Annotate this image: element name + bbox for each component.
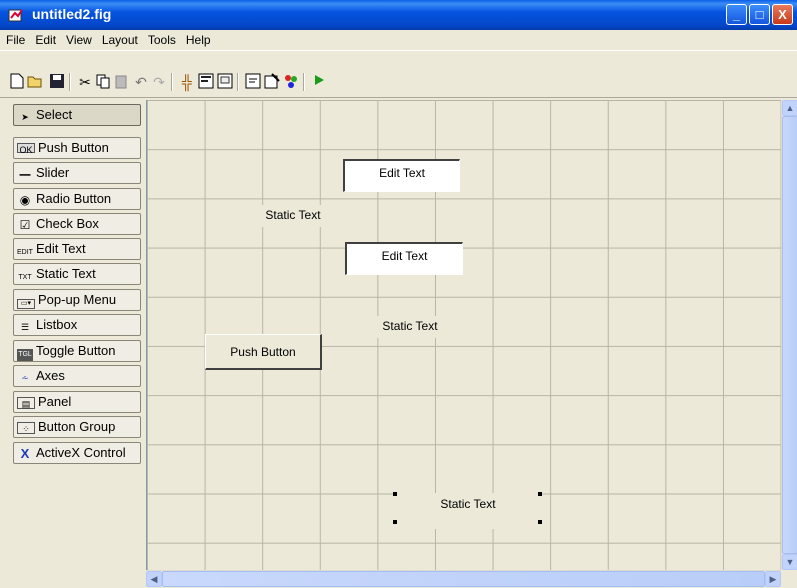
component-palette: ➤ Select OK Push Button ━━ Slider ◉ Radio Bu… [13, 100, 142, 578]
palette-axes[interactable]: ⩪ Axes [13, 365, 141, 387]
palette-slider[interactable]: ━━ Slider [13, 162, 141, 184]
menu-view[interactable]: View [60, 30, 96, 47]
run-icon[interactable] [310, 73, 328, 91]
scroll-up-arrow-icon[interactable]: ▲ [782, 100, 797, 116]
open-icon[interactable] [27, 73, 45, 91]
popup-menu-icon: ▭▾ [17, 299, 35, 309]
horizontal-scroll-thumb[interactable] [162, 571, 765, 587]
new-icon[interactable] [8, 73, 26, 91]
minimize-button[interactable]: _ [726, 4, 747, 25]
palette-activex-control[interactable]: X ActiveX Control [13, 442, 141, 464]
static-text-1[interactable]: Static Text [257, 205, 329, 227]
palette-listbox[interactable]: ☰ Listbox [13, 314, 141, 336]
selection-handle[interactable] [538, 520, 542, 524]
resize-grip[interactable] [781, 570, 797, 586]
selection-handle[interactable] [538, 492, 542, 496]
static-text-2[interactable]: Static Text [375, 316, 445, 338]
palette-push-button[interactable]: OK Push Button [13, 137, 141, 159]
palette-toggle-button[interactable]: TGL Toggle Button [13, 340, 141, 362]
palette-edit-text[interactable]: EDIT Edit Text [13, 238, 141, 260]
button-group-icon: ⁘ [17, 422, 35, 434]
vertical-scrollbar[interactable]: ▲ ▼ [781, 100, 797, 570]
menu-file[interactable]: File [0, 30, 29, 47]
maximize-button[interactable]: □ [749, 4, 770, 25]
horizontal-scrollbar[interactable]: ◀ ▶ [146, 570, 781, 587]
layout-canvas[interactable]: Edit Text Static Text Edit Text Static T… [146, 100, 782, 570]
push-button-icon: OK [17, 143, 35, 155]
align-icon[interactable]: ╬ [178, 73, 196, 91]
palette-select[interactable]: ➤ Select [13, 104, 141, 126]
menu-edit[interactable]: Edit [29, 30, 60, 47]
palette-check-box[interactable]: ☑ Check Box [13, 213, 141, 235]
slider-icon: ━━ [19, 170, 31, 180]
panel-icon: ▤ [17, 397, 35, 409]
menu-editor-icon[interactable] [197, 73, 215, 91]
edit-text-1[interactable]: Edit Text [343, 159, 460, 192]
palette-popup-menu[interactable]: ▭▾ Pop-up Menu [13, 289, 141, 311]
listbox-icon: ☰ [20, 322, 30, 332]
toggle-icon: TGL [17, 349, 33, 361]
palette-button-group[interactable]: ⁘ Button Group [13, 416, 141, 438]
window-title: untitled2.fig [32, 6, 112, 22]
edit-text-icon: EDIT [17, 249, 33, 256]
menu-layout[interactable]: Layout [96, 30, 142, 47]
activex-icon: X [20, 446, 30, 461]
paste-icon[interactable] [113, 73, 131, 91]
menu-help[interactable]: Help [180, 30, 215, 47]
axes-icon: ⩪ [21, 373, 29, 383]
redo-icon[interactable]: ↷ [150, 73, 168, 91]
checkbox-icon: ☑ [19, 218, 31, 232]
object-browser-icon[interactable] [282, 73, 300, 91]
radio-icon: ◉ [19, 193, 31, 207]
selection-handle[interactable] [393, 492, 397, 496]
scroll-left-arrow-icon[interactable]: ◀ [146, 571, 162, 587]
save-icon[interactable] [48, 73, 66, 91]
scroll-right-arrow-icon[interactable]: ▶ [765, 571, 781, 587]
menu-tools[interactable]: Tools [142, 30, 180, 47]
selection-handle[interactable] [393, 520, 397, 524]
figure-icon [8, 9, 23, 22]
push-button-1[interactable]: Push Button [205, 334, 322, 370]
tab-order-icon[interactable] [216, 73, 234, 91]
title-bar: untitled2.fig _ □ X [0, 0, 797, 30]
palette-panel[interactable]: ▤ Panel [13, 391, 141, 413]
close-button[interactable]: X [772, 4, 793, 25]
copy-icon[interactable] [94, 73, 112, 91]
menu-bar: File Edit View Layout Tools Help [0, 30, 797, 50]
palette-radio-button[interactable]: ◉ Radio Button [13, 188, 141, 210]
undo-icon[interactable]: ↶ [132, 73, 150, 91]
m-file-editor-icon[interactable] [244, 73, 262, 91]
edit-text-2[interactable]: Edit Text [345, 242, 463, 275]
arrow-icon: ➤ [21, 112, 29, 122]
palette-static-text[interactable]: TXT Static Text [13, 263, 141, 285]
vertical-scroll-thumb[interactable] [782, 116, 797, 554]
static-text-icon: TXT [18, 274, 32, 281]
static-text-3[interactable]: Static Text [397, 493, 539, 529]
cut-icon[interactable]: ✂ [76, 73, 94, 91]
scroll-down-arrow-icon[interactable]: ▼ [782, 554, 797, 570]
toolbar: ✂ ↶ ↷ ╬ [0, 50, 797, 98]
property-inspector-icon[interactable] [263, 73, 281, 91]
